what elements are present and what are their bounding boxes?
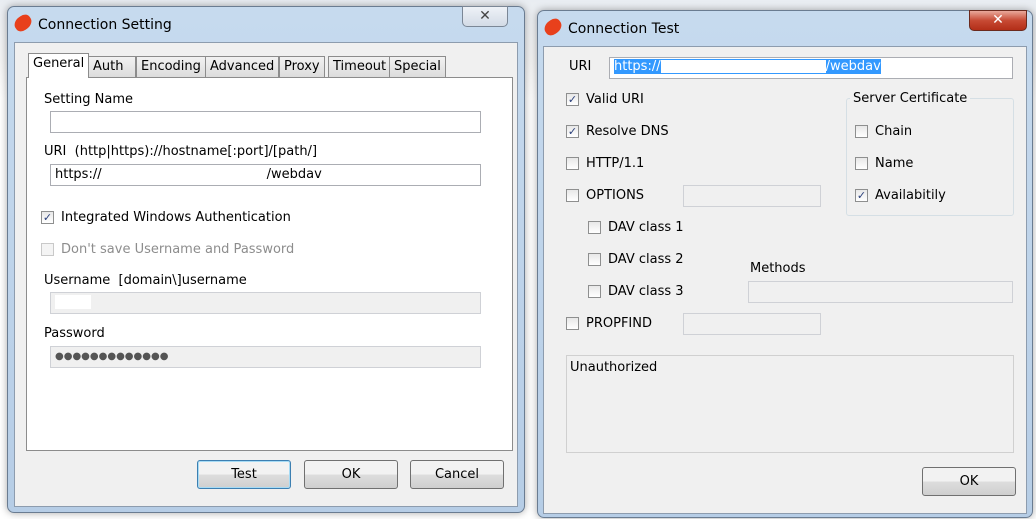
uri-label: URI (http|https)://hostname[:port]/[path…	[44, 144, 318, 159]
tab-encoding[interactable]: Encoding	[136, 56, 206, 77]
options-checkbox[interactable]: OPTIONS	[566, 188, 644, 203]
window-title: Connection Setting	[38, 17, 172, 33]
username-input[interactable]	[50, 292, 481, 314]
password-label: Password	[44, 326, 105, 341]
checkbox-box	[566, 189, 579, 202]
check-icon: ✓	[566, 93, 579, 106]
checkbox-box	[855, 125, 868, 138]
result-textarea[interactable]: Unauthorized	[566, 355, 1014, 453]
propfind-checkbox[interactable]: PROPFIND	[566, 316, 652, 331]
check-icon: ✓	[855, 189, 868, 202]
cancel-button[interactable]: Cancel	[410, 460, 504, 489]
uri-field[interactable]: https:///webdav	[609, 57, 1013, 79]
close-button[interactable]: ✕	[969, 10, 1027, 31]
tab-special[interactable]: Special	[389, 56, 446, 77]
checkbox-box	[588, 285, 601, 298]
app-logo-icon	[541, 16, 565, 38]
checkbox-box	[588, 221, 601, 234]
tab-timeout[interactable]: Timeout	[328, 56, 392, 77]
checkbox-box	[566, 317, 579, 330]
methods-label: Methods	[750, 261, 806, 276]
propfind-result-field	[683, 313, 821, 335]
availability-checkbox[interactable]: ✓ Availabitily	[855, 188, 946, 203]
options-result-field	[683, 185, 821, 207]
server-certificate-label: Server Certificate	[850, 91, 971, 106]
window-title: Connection Test	[568, 21, 680, 37]
dav-class2-checkbox[interactable]: DAV class 2	[588, 252, 684, 267]
tab-advanced[interactable]: Advanced	[205, 56, 280, 77]
uri-input[interactable]: https:///webdav	[50, 164, 481, 186]
tab-auth[interactable]: Auth	[88, 56, 136, 77]
test-button[interactable]: Test	[197, 460, 291, 489]
tab-proxy[interactable]: Proxy	[279, 56, 325, 77]
checkbox-box	[41, 243, 54, 256]
name-checkbox[interactable]: Name	[855, 156, 913, 171]
valid-uri-checkbox[interactable]: ✓ Valid URI	[566, 92, 644, 107]
dont-save-checkbox[interactable]: Don't save Username and Password	[41, 242, 294, 257]
check-icon: ✓	[566, 125, 579, 138]
checkbox-box	[588, 253, 601, 266]
dav-class3-checkbox[interactable]: DAV class 3	[588, 284, 684, 299]
password-input[interactable]: ●●●●●●●●●●●●●	[50, 346, 481, 368]
setting-name-label: Setting Name	[44, 92, 134, 107]
tab-general[interactable]: General	[28, 53, 90, 78]
setting-name-input[interactable]	[50, 111, 481, 133]
uri-label: URI	[569, 59, 592, 74]
close-button[interactable]: ✕	[462, 6, 508, 27]
http11-checkbox[interactable]: HTTP/1.1	[566, 156, 644, 171]
methods-field	[748, 281, 1013, 303]
chain-checkbox[interactable]: Chain	[855, 124, 912, 139]
dav-class1-checkbox[interactable]: DAV class 1	[588, 220, 684, 235]
integrated-auth-checkbox[interactable]: ✓ Integrated Windows Authentication	[41, 210, 291, 225]
ok-button[interactable]: OK	[304, 460, 398, 489]
tab-panel	[26, 77, 513, 451]
check-icon: ✓	[41, 211, 54, 224]
checkbox-box	[855, 157, 868, 170]
ok-button[interactable]: OK	[922, 467, 1016, 496]
checkbox-box	[566, 157, 579, 170]
resolve-dns-checkbox[interactable]: ✓ Resolve DNS	[566, 124, 669, 139]
username-label: Username [domain\]username	[44, 273, 247, 288]
app-logo-icon	[11, 12, 35, 34]
